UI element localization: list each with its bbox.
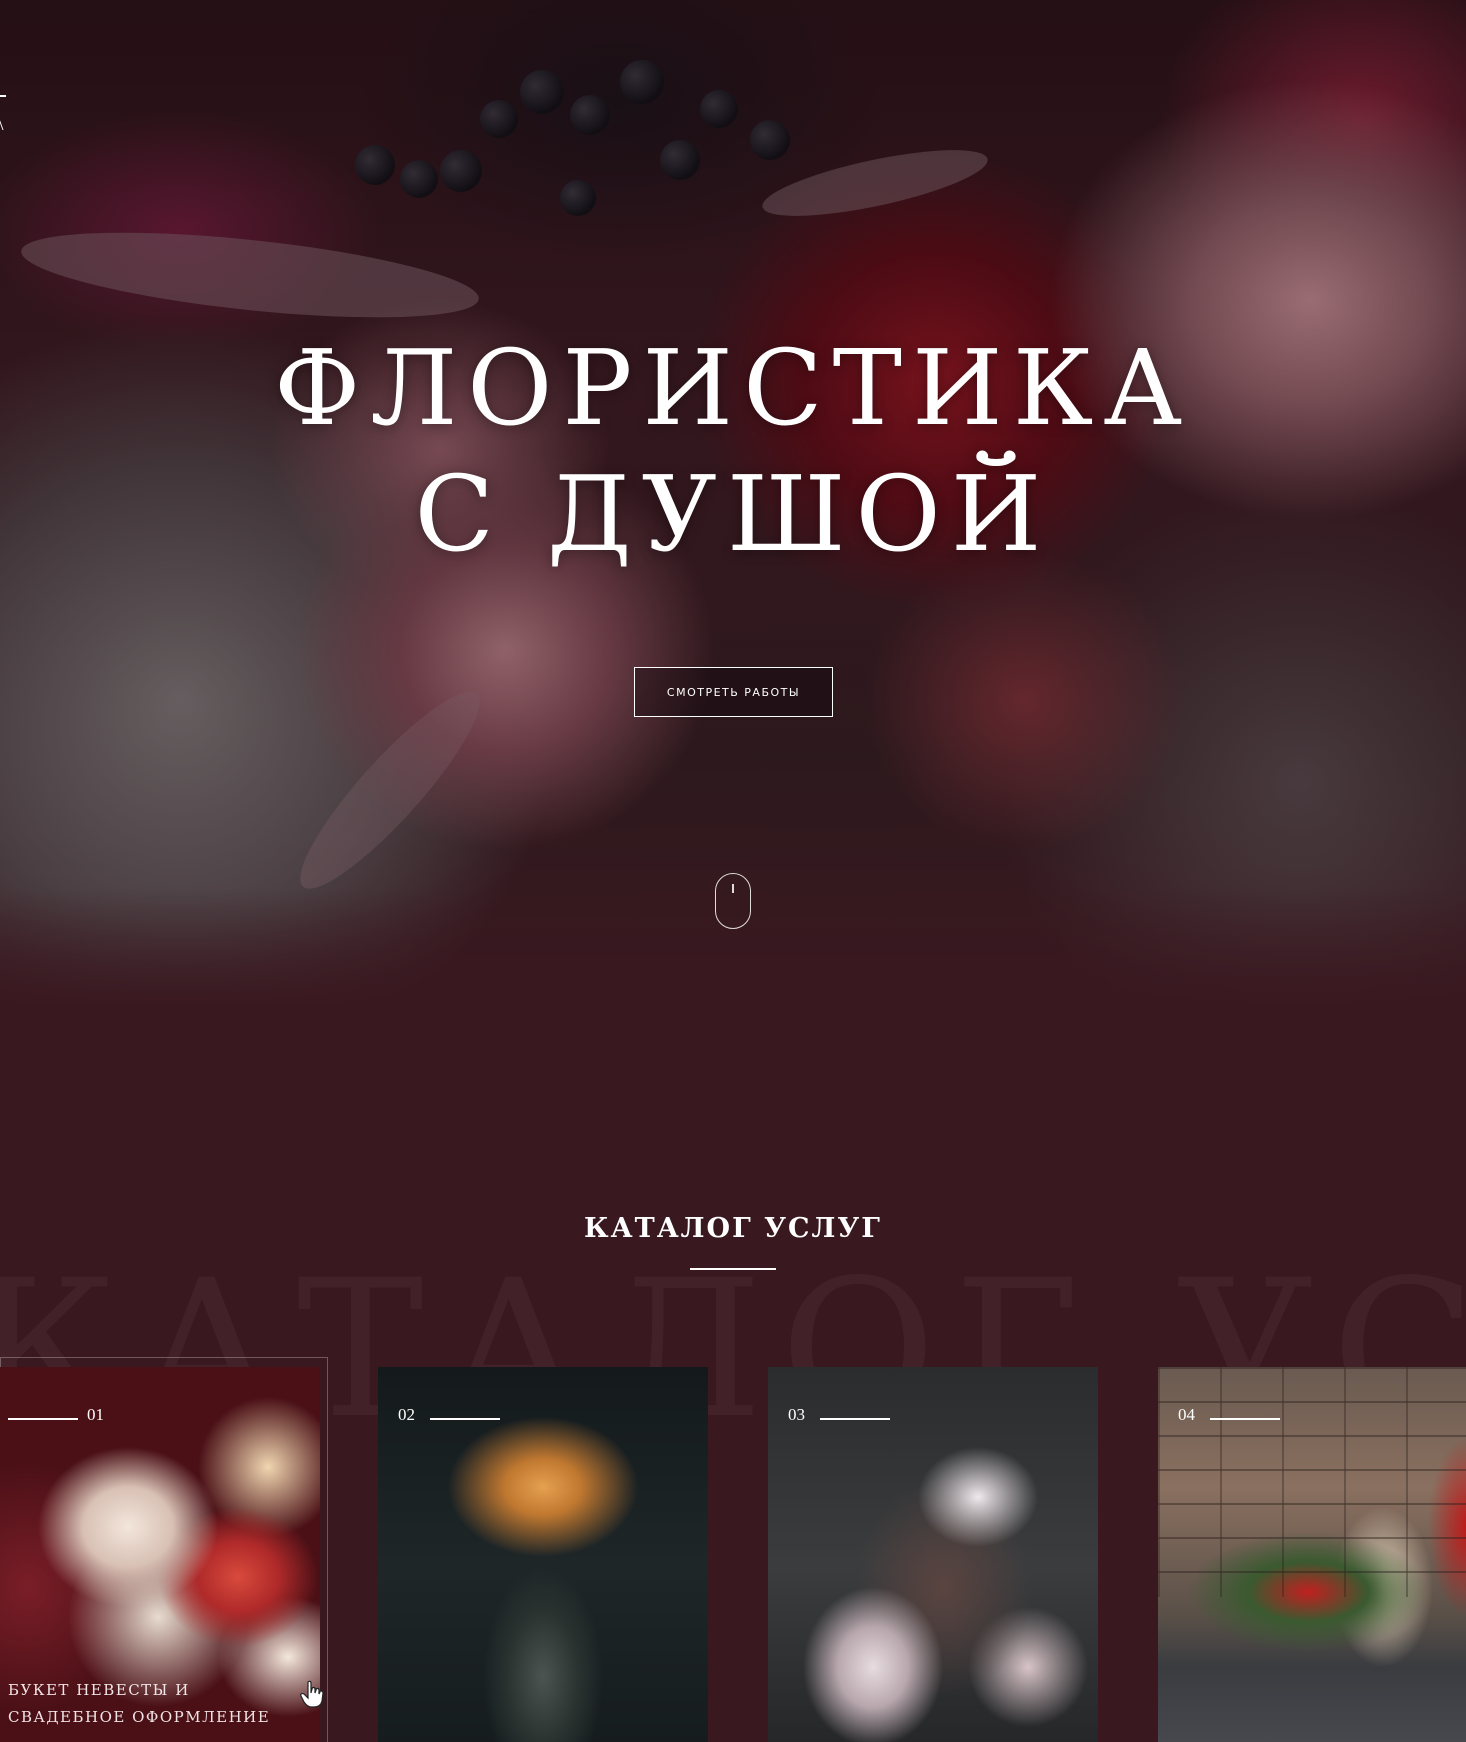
card-number: 02: [398, 1405, 415, 1424]
card-number-line: [430, 1418, 500, 1420]
service-card[interactable]: 03: [768, 1367, 1098, 1742]
hand-pointer-icon: [300, 1680, 324, 1708]
edge-nav-mark[interactable]: [0, 95, 6, 97]
card-number-line: [1210, 1418, 1280, 1420]
service-card[interactable]: 01 БУКЕТ НЕВЕСТЫ И СВАДЕБНОЕ ОФОРМЛЕНИЕ: [0, 1367, 320, 1742]
catalog-title: КАТАЛОГ УСЛУГ: [584, 1213, 882, 1244]
service-card[interactable]: 02: [378, 1367, 708, 1742]
hero-title-line2: С ДУШОЙ: [414, 453, 1052, 575]
view-works-button[interactable]: СМОТРЕТЬ РАБОТЫ: [634, 667, 833, 717]
card-number-line: [8, 1418, 78, 1420]
hero-section: ФЛОРИСТИКА С ДУШОЙ СМОТРЕТЬ РАБОТЫ: [0, 0, 1466, 1010]
service-card[interactable]: 04: [1158, 1367, 1466, 1742]
mouse-scroll-icon[interactable]: [715, 873, 751, 929]
floral-arrangement-photo: [768, 1367, 1098, 1742]
card-caption: БУКЕТ НЕВЕСТЫ И СВАДЕБНОЕ ОФОРМЛЕНИЕ: [8, 1681, 271, 1726]
hero-title-line1: ФЛОРИСТИКА: [274, 327, 1192, 449]
vase-bouquet-photo: [378, 1367, 708, 1742]
brick-wall-texture: [1158, 1367, 1466, 1597]
card-number: 04: [1178, 1405, 1195, 1424]
card-number-line: [820, 1418, 890, 1420]
catalog-title-underline: [690, 1268, 776, 1270]
card-number: 01: [87, 1405, 104, 1424]
card-number: 03: [788, 1405, 805, 1424]
